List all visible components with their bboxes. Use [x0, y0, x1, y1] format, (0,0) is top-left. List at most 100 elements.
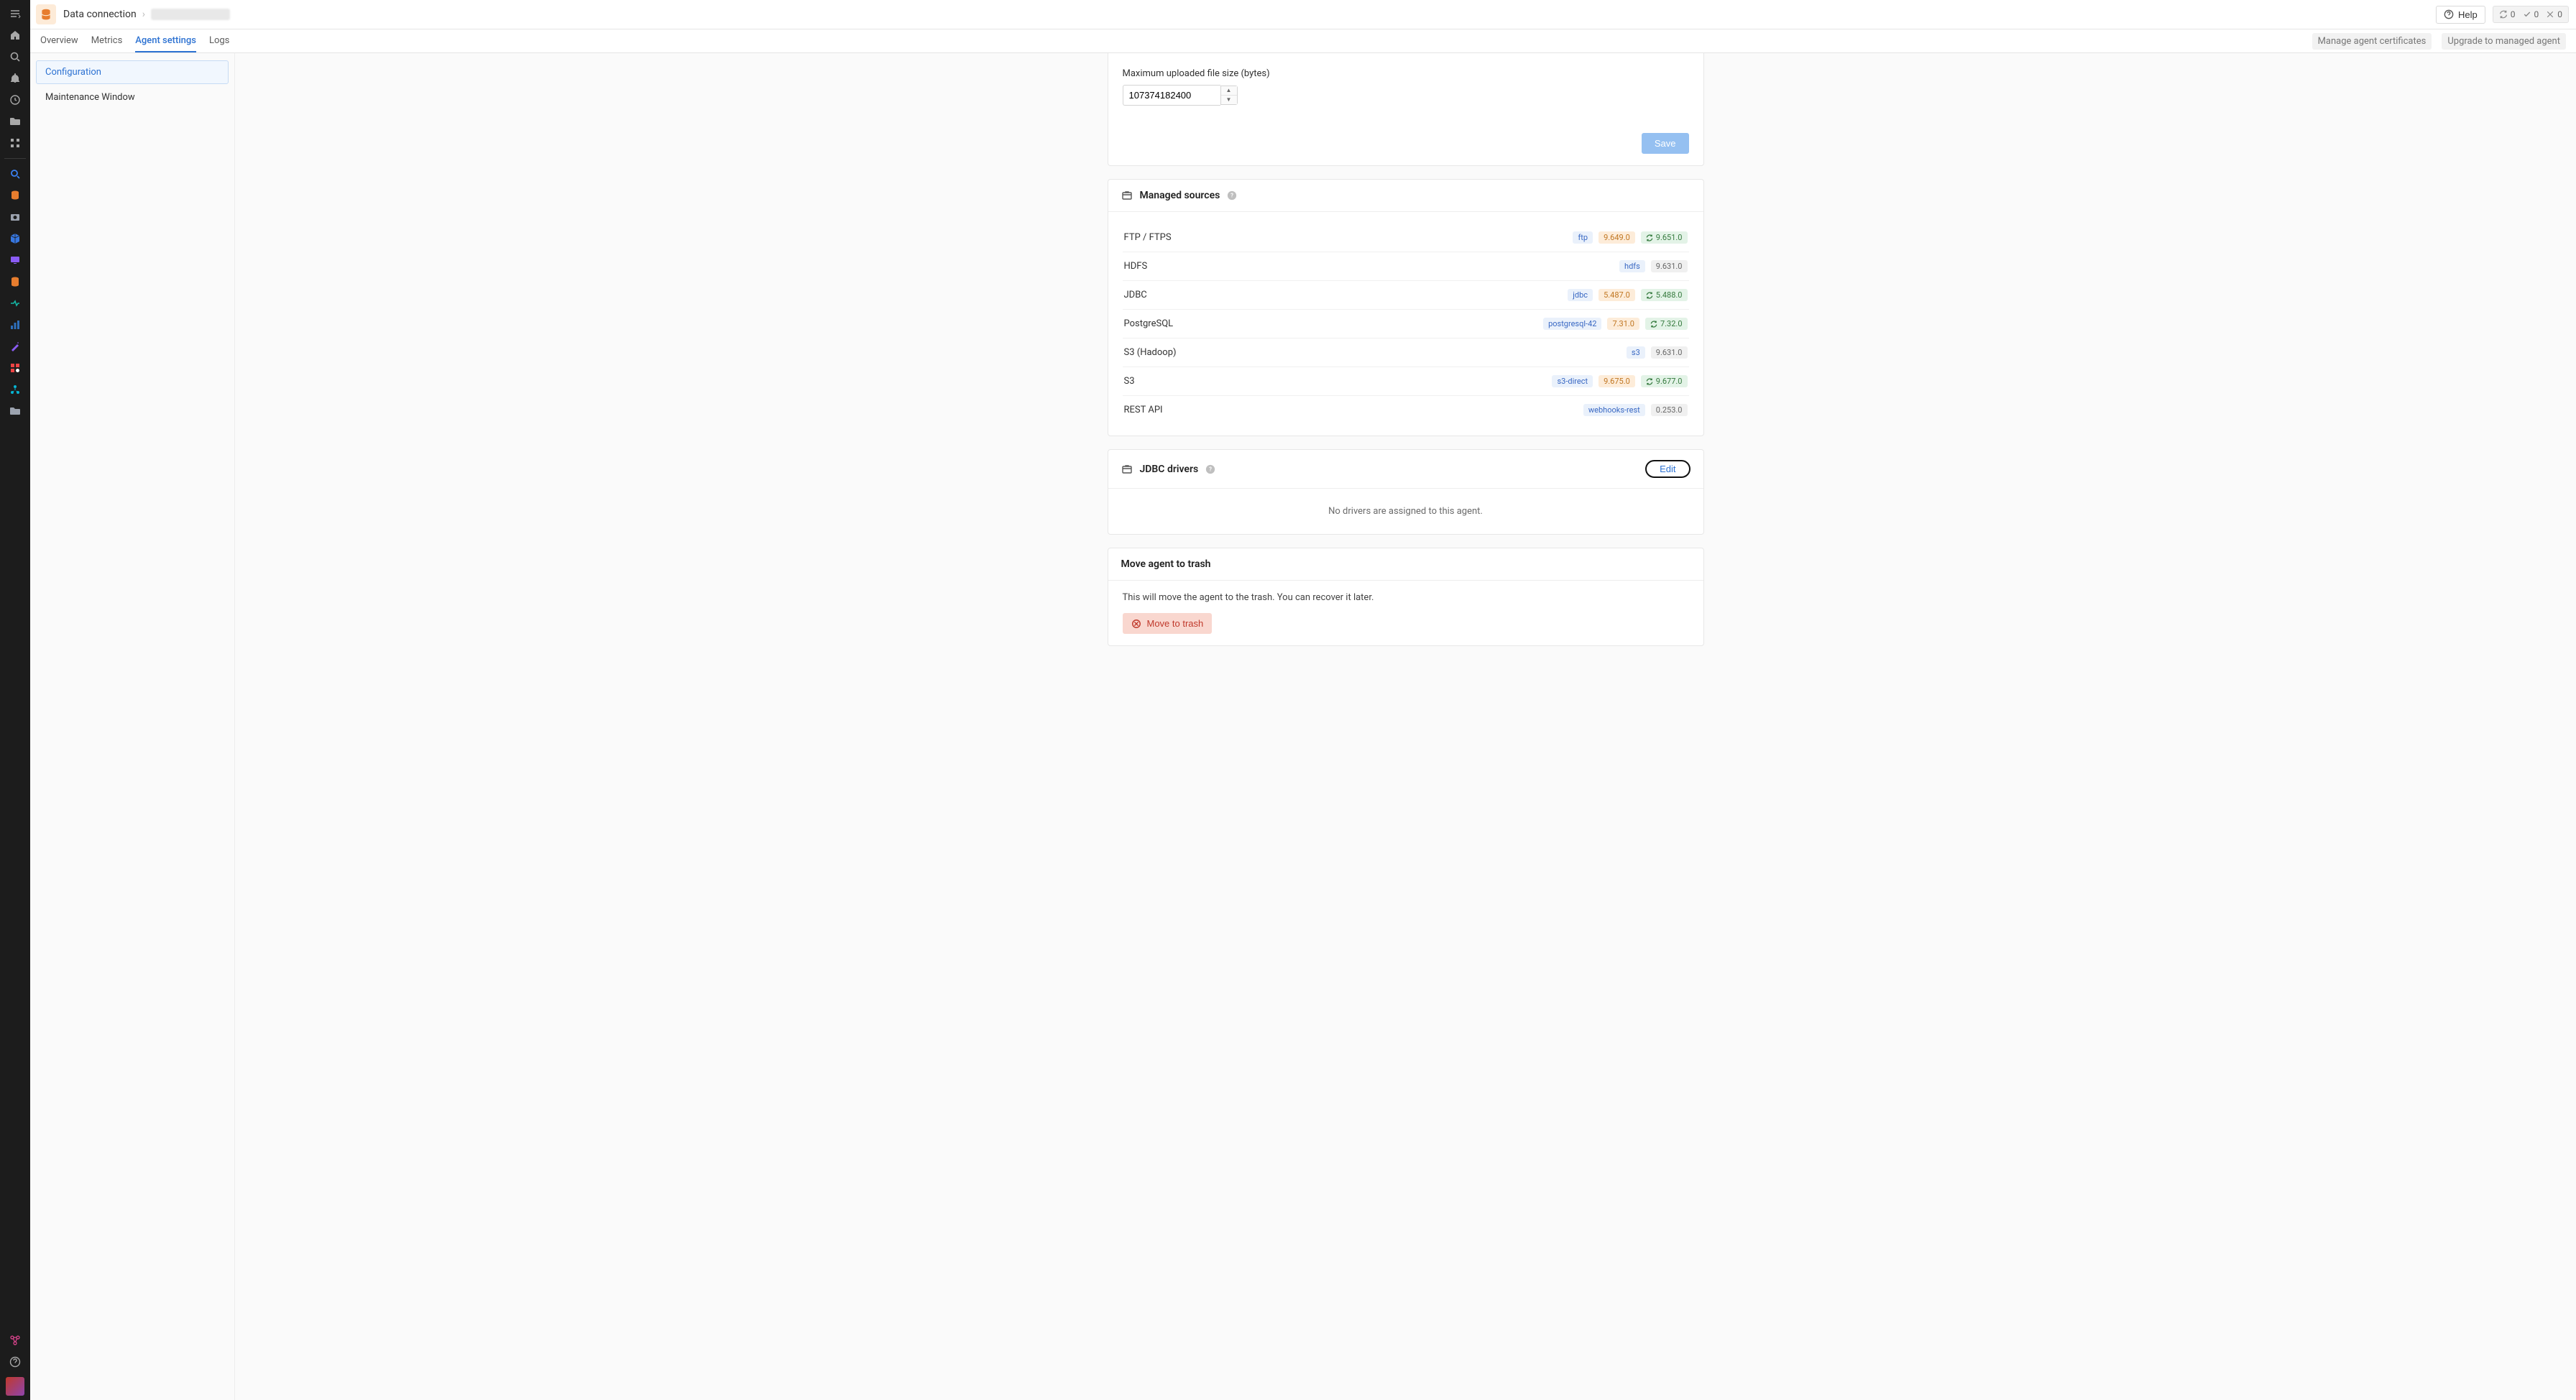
app-logo[interactable] — [36, 4, 56, 24]
svg-text:?: ? — [1209, 466, 1212, 472]
link-manage-certificates[interactable]: Manage agent certificates — [2312, 33, 2432, 50]
source-current-version-pill: 0.253.0 — [1651, 404, 1688, 416]
rail-database-icon[interactable] — [0, 185, 30, 206]
rail-graph-icon[interactable] — [0, 1330, 30, 1351]
tab-overview[interactable]: Overview — [40, 29, 78, 52]
rail-wand-icon[interactable] — [0, 336, 30, 357]
source-available-version-pill[interactable]: 7.32.0 — [1645, 318, 1688, 330]
rail-avatar[interactable] — [6, 1377, 24, 1396]
status-chip: 0 0 0 — [2493, 6, 2569, 23]
tab-agent-settings[interactable]: Agent settings — [135, 29, 196, 52]
trash-icon — [1131, 619, 1141, 629]
package-icon — [1121, 464, 1133, 475]
source-name: S3 — [1124, 376, 1135, 387]
source-name: FTP / FTPS — [1124, 232, 1172, 243]
source-protocol-pill: postgresql-42 — [1543, 318, 1601, 330]
sidemenu-item-maintenance-window[interactable]: Maintenance Window — [36, 86, 229, 109]
source-available-version-pill[interactable]: 9.651.0 — [1641, 231, 1688, 244]
rail-chart-icon[interactable] — [0, 314, 30, 336]
help-button[interactable]: Help — [2436, 6, 2485, 24]
link-upgrade-agent[interactable]: Upgrade to managed agent — [2442, 33, 2566, 50]
rail-cube-icon[interactable] — [0, 228, 30, 249]
trash-description: This will move the agent to the trash. Y… — [1123, 592, 1689, 603]
help-label: Help — [2458, 9, 2478, 20]
move-to-trash-button[interactable]: Move to trash — [1123, 613, 1213, 634]
breadcrumb-current-redacted — [151, 9, 230, 20]
source-available-version-pill[interactable]: 9.677.0 — [1641, 375, 1688, 387]
rail-folder-icon[interactable] — [0, 111, 30, 132]
tab-metrics[interactable]: Metrics — [91, 29, 123, 52]
rail-camera-icon[interactable] — [0, 206, 30, 228]
source-current-version-pill: 9.649.0 — [1598, 231, 1635, 244]
source-name: S3 (Hadoop) — [1124, 347, 1177, 358]
source-name: PostgreSQL — [1124, 318, 1174, 329]
rail-database2-icon[interactable] — [0, 271, 30, 293]
trash-button-label: Move to trash — [1147, 618, 1204, 629]
status-close: 0 — [2546, 9, 2562, 19]
source-row[interactable]: FTP / FTPS ftp 9.649.0 9.651.0 — [1123, 224, 1689, 252]
source-available-version-pill[interactable]: 5.488.0 — [1641, 289, 1688, 301]
rail-folder2-icon[interactable] — [0, 400, 30, 422]
rail-help-icon[interactable] — [0, 1351, 30, 1373]
rail-collapse-icon[interactable] — [0, 3, 30, 24]
max-file-size-input[interactable] — [1123, 85, 1220, 106]
status-sync: 0 — [2499, 9, 2516, 19]
source-row[interactable]: PostgreSQLpostgresql-427.31.07.32.0 — [1123, 309, 1689, 338]
jdbc-drivers-card: JDBC drivers ? Edit No drivers are assig… — [1108, 449, 1704, 535]
rail-monitor-icon[interactable] — [0, 249, 30, 271]
trash-title: Move agent to trash — [1108, 548, 1703, 581]
source-current-version-pill: 5.487.0 — [1598, 289, 1635, 301]
spinner-down-button[interactable]: ▼ — [1221, 96, 1237, 105]
rail-history-icon[interactable] — [0, 89, 30, 111]
source-row[interactable]: JDBCjdbc5.487.05.488.0 — [1123, 280, 1689, 309]
source-protocol-pill: s3 — [1627, 346, 1645, 359]
breadcrumb-root[interactable]: Data connection — [63, 9, 137, 20]
jdbc-drivers-title: JDBC drivers — [1140, 464, 1199, 475]
source-row[interactable]: S3 (Hadoop) s3 9.631.0 — [1123, 338, 1689, 367]
sidemenu-item-configuration[interactable]: Configuration — [36, 60, 229, 84]
content-scroll[interactable]: Maximum uploaded file size (bytes) ▲ ▼ S… — [235, 53, 2576, 1400]
source-row[interactable]: HDFS hdfs 9.631.0 — [1123, 252, 1689, 280]
tabs-bar: Overview Metrics Agent settings Logs Manage… — [30, 29, 2576, 53]
source-protocol-pill: jdbc — [1568, 289, 1593, 301]
rail-bell-icon[interactable] — [0, 68, 30, 89]
rail-home-icon[interactable] — [0, 24, 30, 46]
source-current-version-pill: 9.675.0 — [1598, 375, 1635, 387]
source-protocol-pill: webhooks-rest — [1583, 404, 1645, 416]
source-name: REST API — [1124, 405, 1163, 415]
source-protocol-pill: hdfs — [1619, 260, 1645, 272]
help-icon[interactable]: ? — [1205, 464, 1215, 474]
help-icon[interactable]: ? — [1227, 190, 1237, 201]
source-name: HDFS — [1124, 261, 1148, 272]
rail-network-icon[interactable] — [0, 379, 30, 400]
left-rail — [0, 0, 30, 1400]
svg-text:?: ? — [1230, 193, 1233, 199]
chevron-right-icon: › — [142, 9, 145, 20]
status-check: 0 — [2523, 9, 2539, 19]
breadcrumb: Data connection › — [63, 9, 230, 20]
source-protocol-pill: s3-direct — [1552, 375, 1593, 387]
package-icon — [1121, 190, 1133, 201]
source-row[interactable]: REST API webhooks-rest 0.253.0 — [1123, 395, 1689, 424]
upload-card: Maximum uploaded file size (bytes) ▲ ▼ S… — [1108, 53, 1704, 166]
rail-apps-icon[interactable] — [0, 132, 30, 154]
rail-pipeline-icon[interactable] — [0, 293, 30, 314]
rail-blocks-icon[interactable] — [0, 357, 30, 379]
source-current-version-pill: 9.631.0 — [1651, 346, 1688, 359]
tab-logs[interactable]: Logs — [209, 29, 229, 52]
source-row[interactable]: S3 s3-direct 9.675.0 9.677.0 — [1123, 367, 1689, 395]
rail-search-icon[interactable] — [0, 46, 30, 68]
source-protocol-pill: ftp — [1573, 231, 1593, 244]
edit-drivers-button[interactable]: Edit — [1645, 460, 1690, 478]
topbar: Data connection › Help 0 0 — [30, 0, 2576, 29]
save-button[interactable]: Save — [1642, 133, 1689, 154]
rail-search2-icon[interactable] — [0, 163, 30, 185]
managed-sources-title: Managed sources — [1140, 190, 1220, 201]
source-current-version-pill: 9.631.0 — [1651, 260, 1688, 272]
managed-sources-card: Managed sources ? FTP / FTPS ftp 9.649.0 9.… — [1108, 179, 1704, 436]
side-menu: ConfigurationMaintenance Window — [30, 53, 235, 1400]
trash-card: Move agent to trash This will move the a… — [1108, 548, 1704, 646]
upload-label: Maximum uploaded file size (bytes) — [1123, 68, 1689, 79]
number-spinner: ▲ ▼ — [1220, 86, 1238, 105]
spinner-up-button[interactable]: ▲ — [1221, 86, 1237, 96]
